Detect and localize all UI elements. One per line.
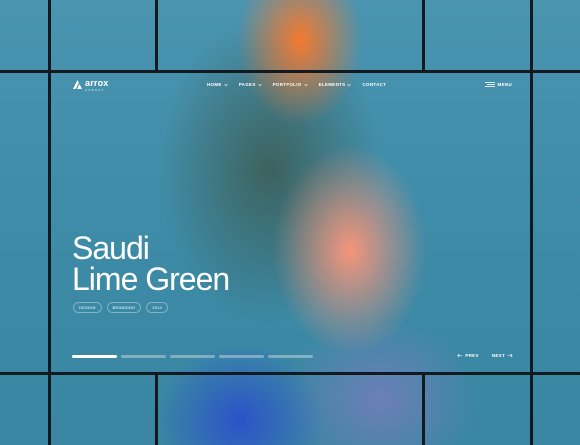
logo-text: arrox	[85, 78, 109, 88]
slide-indicator-4[interactable]	[219, 355, 264, 358]
logo[interactable]: arrox AGENCY	[73, 79, 109, 92]
chevron-down-icon	[257, 83, 262, 86]
next-label: NEXT	[491, 353, 505, 358]
slide-pager: PREV NEXT	[457, 353, 513, 358]
prev-label: PREV	[465, 353, 479, 358]
frame-line-top-inner-right	[422, 0, 425, 72]
chevron-down-icon	[347, 83, 352, 86]
nav-item-pages[interactable]: PAGES	[239, 82, 262, 87]
slide-tags: DESIGN BRANDING 2014	[73, 302, 168, 313]
logo-mark-icon	[73, 80, 82, 89]
nav-item-elements[interactable]: ELEMENTS	[319, 82, 352, 87]
menu-button[interactable]: MENU	[484, 82, 512, 87]
hero-slide: arrox AGENCY HOME PAGES PORTFOLIO ELEMEN…	[51, 73, 530, 372]
nav-item-label: PORTFOLIO	[272, 82, 302, 87]
nav-item-contact[interactable]: CONTACT	[362, 82, 386, 87]
arrow-left-icon	[457, 353, 463, 358]
frame-line-right	[530, 0, 533, 445]
next-button[interactable]: NEXT	[492, 353, 513, 358]
prev-button[interactable]: PREV	[457, 353, 478, 358]
main-nav: HOME PAGES PORTFOLIO ELEMENTS CONTACT	[207, 82, 386, 87]
logo-subtext: AGENCY	[85, 88, 105, 92]
tag-branding[interactable]: BRANDING	[106, 302, 142, 313]
nav-item-home[interactable]: HOME	[207, 82, 228, 87]
frame-line-top-inner-left	[155, 0, 158, 72]
slide-indicator-3[interactable]	[170, 355, 215, 358]
chevron-down-icon	[223, 83, 228, 86]
slide-indicator-2[interactable]	[121, 355, 166, 358]
chevron-down-icon	[303, 83, 308, 86]
nav-item-label: CONTACT	[362, 82, 387, 87]
frame-line-bottom-inner-right	[422, 374, 425, 445]
nav-item-portfolio[interactable]: PORTFOLIO	[273, 82, 308, 87]
slide-indicator-5[interactable]	[268, 355, 313, 358]
slide-title-line-2: Lime Green	[72, 261, 230, 297]
slide-progress	[72, 355, 313, 358]
nav-item-label: PAGES	[238, 82, 256, 87]
tag-design[interactable]: DESIGN	[73, 302, 102, 313]
slide-title: Saudi Lime Green	[72, 232, 230, 297]
hamburger-menu-icon	[484, 82, 495, 87]
frame-line-bottom-inner-left	[155, 374, 158, 445]
slide-indicator-1[interactable]	[72, 355, 117, 358]
nav-item-label: HOME	[207, 82, 222, 87]
nav-item-label: ELEMENTS	[318, 82, 346, 87]
tag-year[interactable]: 2014	[146, 302, 168, 313]
menu-label: MENU	[497, 82, 512, 87]
arrow-right-icon	[507, 353, 513, 358]
frame-line-bottom	[0, 372, 580, 375]
